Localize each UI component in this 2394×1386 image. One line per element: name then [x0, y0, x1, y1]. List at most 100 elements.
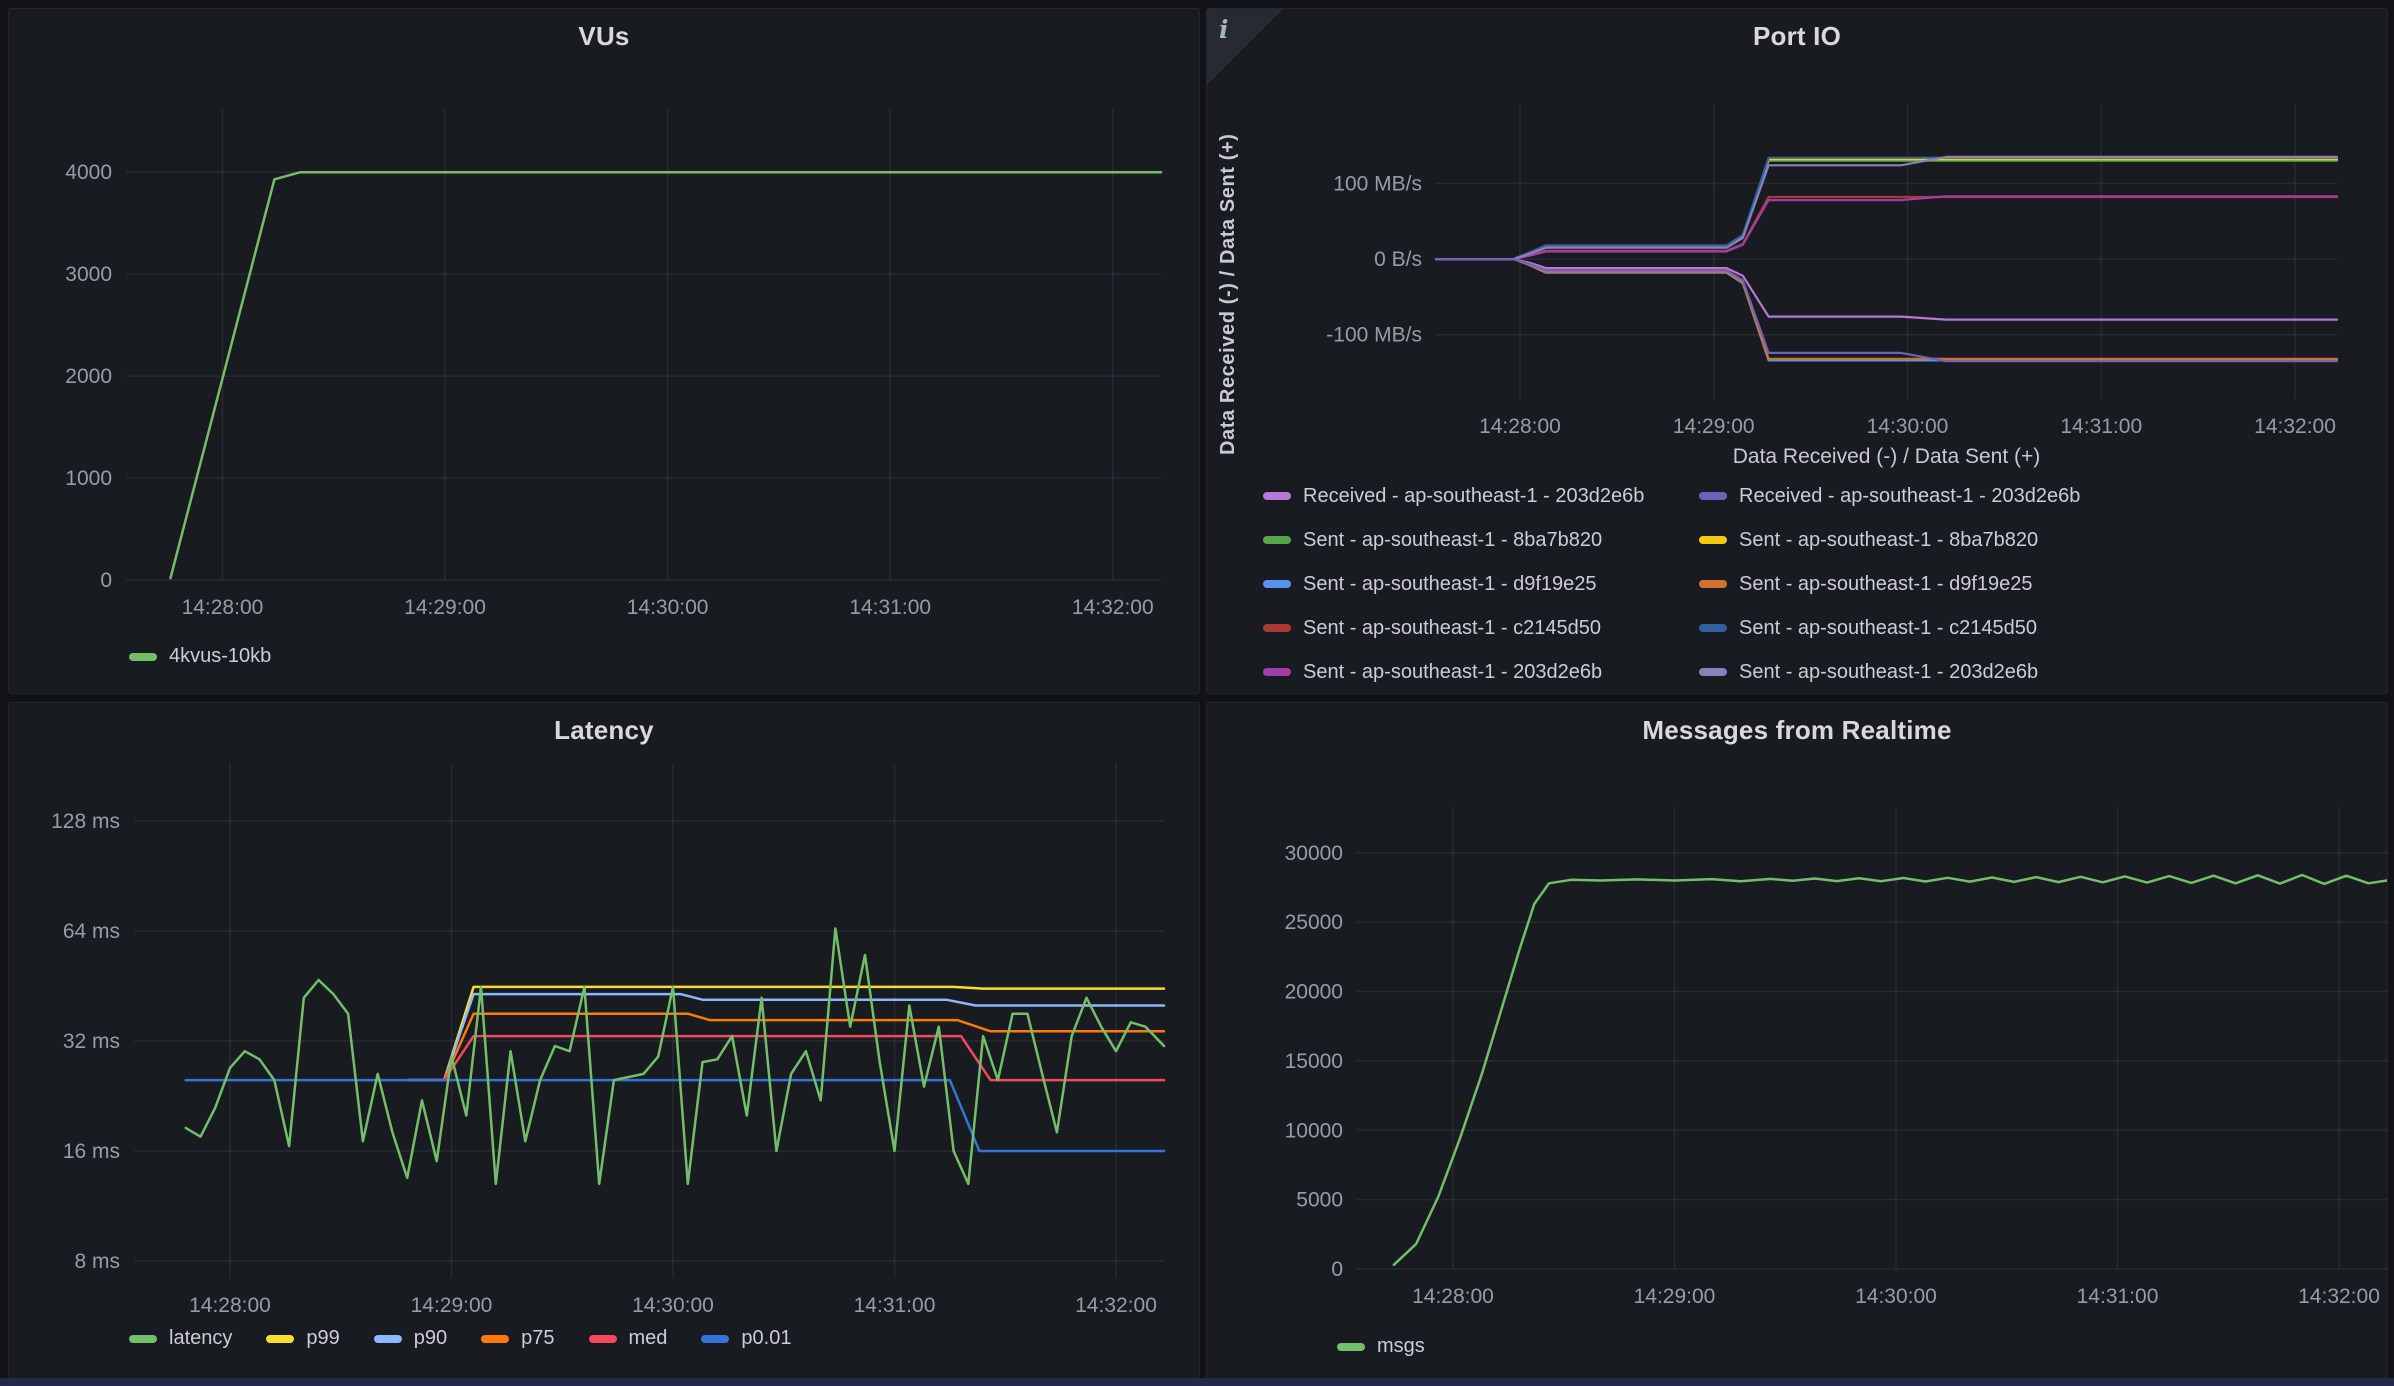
legend-item-4kvus-10kb[interactable]: 4kvus-10kb	[129, 645, 271, 668]
legend-label: Sent - ap-southeast-1 - c2145d50	[1739, 617, 2037, 640]
legend-item-sent-d9f19e25-2[interactable]: Sent - ap-southeast-1 - d9f19e25	[1699, 573, 2367, 596]
legend-swatch	[1699, 624, 1727, 632]
svg-text:14:29:00: 14:29:00	[411, 1294, 493, 1317]
legend-swatch	[1263, 580, 1291, 588]
legend-swatch	[701, 1335, 729, 1343]
svg-text:14:30:00: 14:30:00	[627, 596, 709, 619]
messages-legend: msgs	[1337, 1335, 1425, 1358]
legend-item-received-203d2e6b-2[interactable]: Received - ap-southeast-1 - 203d2e6b	[1699, 485, 2367, 508]
legend-swatch	[129, 653, 157, 661]
vus-chart[interactable]: 0100020003000400014:28:0014:29:0014:30:0…	[9, 9, 1199, 693]
svg-text:14:28:00: 14:28:00	[182, 596, 264, 619]
panel-title-vus[interactable]: VUs	[9, 21, 1199, 52]
legend-label: 4kvus-10kb	[169, 645, 271, 668]
svg-text:0: 0	[1331, 1258, 1343, 1281]
svg-text:14:32:00: 14:32:00	[1072, 596, 1154, 619]
legend-label: Received - ap-southeast-1 - 203d2e6b	[1739, 485, 2080, 508]
legend-label: p90	[414, 1327, 447, 1350]
svg-text:14:30:00: 14:30:00	[1855, 1285, 1937, 1308]
legend-label: p0.01	[741, 1327, 791, 1350]
latency-legend: latency p99 p90 p75 med p0.01	[129, 1327, 791, 1350]
legend-swatch	[129, 1335, 157, 1343]
legend-item-p99[interactable]: p99	[266, 1327, 339, 1350]
svg-text:10000: 10000	[1285, 1119, 1343, 1142]
legend-swatch	[1699, 492, 1727, 500]
svg-text:-100 MB/s: -100 MB/s	[1326, 324, 1422, 347]
legend-swatch	[1699, 668, 1727, 676]
legend-label: Sent - ap-southeast-1 - 203d2e6b	[1739, 661, 2038, 684]
svg-text:100 MB/s: 100 MB/s	[1333, 172, 1422, 195]
legend-label: msgs	[1377, 1335, 1425, 1358]
legend-item-sent-8ba7b820-2[interactable]: Sent - ap-southeast-1 - 8ba7b820	[1699, 529, 2367, 552]
panel-title-latency[interactable]: Latency	[9, 715, 1199, 746]
legend-item-sent-c2145d50-2[interactable]: Sent - ap-southeast-1 - c2145d50	[1699, 617, 2367, 640]
bottom-strip	[0, 1378, 2394, 1386]
svg-text:64 ms: 64 ms	[63, 920, 120, 943]
legend-swatch	[1263, 668, 1291, 676]
latency-chart[interactable]: 8 ms 16 ms 32 ms 64 ms 128 ms 14:28:00 14:29:0…	[9, 703, 1199, 1379]
vus-legend: 4kvus-10kb	[129, 645, 271, 668]
legend-item-sent-203d2e6b[interactable]: Sent - ap-southeast-1 - 203d2e6b	[1263, 661, 1699, 684]
legend-item-msgs[interactable]: msgs	[1337, 1335, 1425, 1358]
legend-swatch	[266, 1335, 294, 1343]
legend-label: Sent - ap-southeast-1 - c2145d50	[1303, 617, 1601, 640]
svg-text:14:30:00: 14:30:00	[1867, 415, 1949, 438]
svg-text:20000: 20000	[1285, 981, 1343, 1004]
legend-item-received-203d2e6b[interactable]: Received - ap-southeast-1 - 203d2e6b	[1263, 485, 1699, 508]
legend-item-latency[interactable]: latency	[129, 1327, 232, 1350]
legend-swatch	[1263, 492, 1291, 500]
messages-chart[interactable]: 05000100001500020000250003000014:28:0014…	[1207, 703, 2387, 1379]
svg-text:8 ms: 8 ms	[74, 1250, 120, 1273]
panel-latency: 8 ms 16 ms 32 ms 64 ms 128 ms 14:28:00 14:29:0…	[8, 702, 1200, 1380]
svg-text:2000: 2000	[65, 365, 112, 388]
legend-swatch	[1263, 536, 1291, 544]
svg-text:4000: 4000	[65, 161, 112, 184]
legend-label: Sent - ap-southeast-1 - 203d2e6b	[1303, 661, 1602, 684]
legend-label: p75	[521, 1327, 554, 1350]
legend-item-p0-01[interactable]: p0.01	[701, 1327, 791, 1350]
legend-swatch	[589, 1335, 617, 1343]
grafana-dashboard: 0100020003000400014:28:0014:29:0014:30:0…	[0, 0, 2394, 1386]
legend-swatch	[374, 1335, 402, 1343]
legend-swatch	[1699, 580, 1727, 588]
legend-item-sent-d9f19e25[interactable]: Sent - ap-southeast-1 - d9f19e25	[1263, 573, 1699, 596]
legend-item-p75[interactable]: p75	[481, 1327, 554, 1350]
legend-swatch	[481, 1335, 509, 1343]
svg-text:16 ms: 16 ms	[63, 1140, 120, 1163]
legend-label: Sent - ap-southeast-1 - 8ba7b820	[1739, 529, 2038, 552]
svg-text:14:28:00: 14:28:00	[189, 1294, 271, 1317]
legend-label: latency	[169, 1327, 232, 1350]
legend-label: Received - ap-southeast-1 - 203d2e6b	[1303, 485, 1644, 508]
panel-title-messages[interactable]: Messages from Realtime	[1207, 715, 2387, 746]
legend-label: Sent - ap-southeast-1 - 8ba7b820	[1303, 529, 1602, 552]
panel-port-io: 100 MB/s0 B/s-100 MB/s14:28:0014:29:0014…	[1206, 8, 2388, 694]
legend-swatch	[1337, 1343, 1365, 1351]
legend-item-med[interactable]: med	[589, 1327, 668, 1350]
legend-swatch	[1699, 536, 1727, 544]
svg-text:30000: 30000	[1285, 842, 1343, 865]
legend-item-p90[interactable]: p90	[374, 1327, 447, 1350]
svg-text:32 ms: 32 ms	[63, 1030, 120, 1053]
legend-item-sent-203d2e6b-2[interactable]: Sent - ap-southeast-1 - 203d2e6b	[1699, 661, 2367, 684]
svg-text:14:32:00: 14:32:00	[2298, 1285, 2380, 1308]
panel-vus: 0100020003000400014:28:0014:29:0014:30:0…	[8, 8, 1200, 694]
legend-label: med	[629, 1327, 668, 1350]
svg-text:14:31:00: 14:31:00	[854, 1294, 936, 1317]
svg-text:14:31:00: 14:31:00	[2077, 1285, 2159, 1308]
port-io-x-axis-label: Data Received (-) / Data Sent (+)	[1436, 445, 2337, 469]
legend-label: Sent - ap-southeast-1 - d9f19e25	[1303, 573, 1597, 596]
svg-text:14:31:00: 14:31:00	[849, 596, 931, 619]
svg-text:14:29:00: 14:29:00	[404, 596, 486, 619]
legend-item-sent-8ba7b820[interactable]: Sent - ap-southeast-1 - 8ba7b820	[1263, 529, 1699, 552]
svg-text:14:29:00: 14:29:00	[1673, 415, 1755, 438]
legend-item-sent-c2145d50[interactable]: Sent - ap-southeast-1 - c2145d50	[1263, 617, 1699, 640]
svg-text:14:32:00: 14:32:00	[2254, 415, 2336, 438]
svg-text:5000: 5000	[1296, 1189, 1343, 1212]
panel-messages: 05000100001500020000250003000014:28:0014…	[1206, 702, 2388, 1380]
svg-text:128 ms: 128 ms	[51, 810, 120, 833]
legend-label: Sent - ap-southeast-1 - d9f19e25	[1739, 573, 2033, 596]
panel-title-port-io[interactable]: Port IO	[1207, 21, 2387, 52]
svg-text:14:29:00: 14:29:00	[1634, 1285, 1716, 1308]
svg-text:14:30:00: 14:30:00	[632, 1294, 714, 1317]
svg-text:14:28:00: 14:28:00	[1412, 1285, 1494, 1308]
